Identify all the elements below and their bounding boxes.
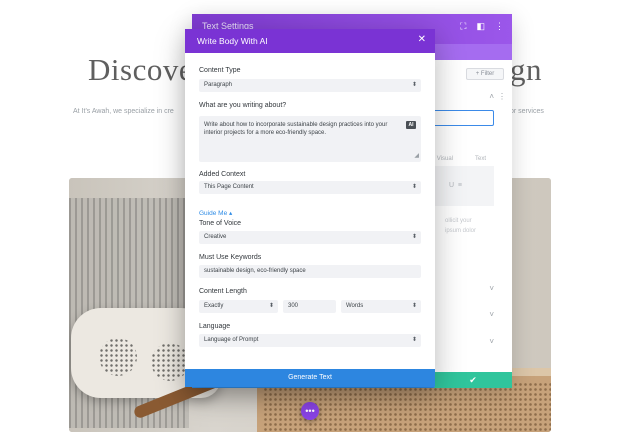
editor-preview-text: ollicit your ipsum dolor (445, 216, 476, 236)
resize-grip-icon[interactable]: ◢ (414, 152, 419, 160)
tone-select[interactable]: Creative ⬍ (199, 231, 421, 244)
select-arrows-icon: ⬍ (411, 303, 417, 309)
menu-dots-icon[interactable]: ⋮ (495, 21, 504, 32)
close-icon[interactable]: ✕ (418, 35, 426, 45)
tone-label: Tone of Voice (199, 220, 242, 227)
photo-pillow-pattern (99, 338, 137, 376)
tone-value: Creative (204, 234, 227, 240)
editor-tabs: Visual Text (437, 156, 486, 162)
select-arrows-icon: ⬍ (411, 234, 417, 240)
length-count-input[interactable]: 300 (283, 300, 336, 313)
language-select[interactable]: Language of Prompt ⬍ (199, 334, 421, 347)
photo-pillow-pattern (151, 343, 189, 381)
about-textarea[interactable]: Write about how to incorporate sustainab… (199, 116, 421, 162)
page-heading-right: gn (510, 52, 542, 87)
tab-visual[interactable]: Visual (437, 156, 453, 162)
length-unit-value: Words (346, 303, 364, 309)
chevron-down-icon[interactable]: ˅ (489, 337, 494, 346)
editor-preview-line: ipsum dolor (444, 228, 476, 234)
ai-icon[interactable]: AI (406, 121, 416, 129)
layout-icon[interactable]: ◧ (476, 21, 485, 32)
filter-button[interactable]: + Filter (466, 68, 504, 80)
length-mode-value: Exactly (204, 303, 224, 309)
fullscreen-icon[interactable]: ⛶ (460, 21, 466, 32)
save-button[interactable]: ✔ (434, 372, 512, 388)
keywords-input[interactable]: sustainable design, eco-friendly space (199, 265, 421, 278)
settings-header-icons: ⛶ ◧ ⋮ (460, 21, 504, 32)
modal-header: Write Body With AI ✕ (185, 29, 435, 53)
length-mode-select[interactable]: Exactly ⬍ (199, 300, 278, 313)
select-arrows-icon: ⬍ (411, 184, 417, 190)
generate-text-button[interactable]: Generate Text (185, 369, 435, 387)
underline-icon[interactable]: U ≡ (449, 182, 462, 189)
select-arrows-icon: ⬍ (268, 303, 274, 309)
language-value: Language of Prompt (204, 337, 259, 343)
section-menu-icon[interactable]: ⋮ (498, 92, 506, 101)
guide-me-toggle[interactable]: Guide Me ▴ (199, 209, 232, 217)
ai-write-modal: Write Body With AI ✕ Content Type Paragr… (185, 29, 435, 387)
page-subtitle-right: or services (510, 108, 544, 115)
editor-preview-line: ollicit your (444, 218, 472, 224)
added-context-value: This Page Content (204, 184, 254, 190)
content-type-select[interactable]: Paragraph ⬍ (199, 79, 421, 92)
chevron-down-icon[interactable]: ˅ (489, 310, 494, 319)
chevron-down-icon[interactable]: ˅ (489, 284, 494, 293)
chevron-up-icon[interactable]: ˄ (489, 92, 494, 101)
keywords-label: Must Use Keywords (199, 254, 262, 261)
about-label: What are you writing about? (199, 102, 287, 109)
added-context-select[interactable]: This Page Content ⬍ (199, 181, 421, 194)
about-text: Write about how to incorporate sustainab… (204, 122, 388, 136)
more-options-fab[interactable]: ••• (301, 402, 319, 420)
content-length-label: Content Length (199, 288, 247, 295)
modal-title: Write Body With AI (197, 36, 268, 46)
added-context-label: Added Context (199, 171, 246, 178)
content-type-value: Paragraph (204, 82, 233, 88)
tab-text[interactable]: Text (475, 156, 486, 162)
length-unit-select[interactable]: Words ⬍ (341, 300, 421, 313)
content-type-label: Content Type (199, 67, 241, 74)
page-subtitle-left: At It's Awah, we specialize in cre (73, 108, 174, 115)
select-arrows-icon: ⬍ (411, 82, 417, 88)
select-arrows-icon: ⬍ (411, 337, 417, 343)
page-heading-left: Discove (88, 52, 194, 87)
language-label: Language (199, 323, 231, 330)
